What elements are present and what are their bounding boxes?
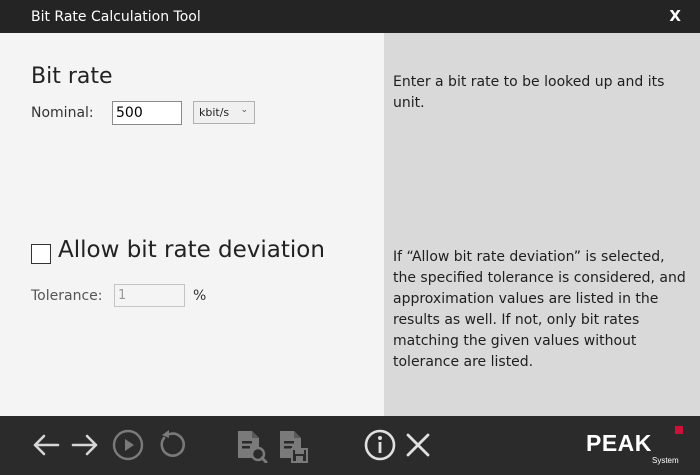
allow-deviation-checkbox[interactable] (31, 244, 51, 264)
peak-system-logo: PEAK System (586, 426, 686, 466)
main-panel: Bit rate Nominal: 500 kbit/s ⌄ Allow bit… (0, 33, 384, 416)
allow-deviation-label[interactable]: Allow bit rate deviation (58, 237, 325, 263)
play-icon[interactable] (110, 427, 146, 463)
nominal-label: Nominal: (31, 105, 94, 121)
bitrate-heading: Bit rate (31, 64, 113, 89)
window-close-button[interactable]: X (669, 7, 681, 25)
document-save-icon[interactable] (274, 427, 310, 463)
deviation-help-text: If “Allow bit rate deviation” is selecte… (393, 249, 686, 370)
arrow-right-icon[interactable] (67, 427, 103, 463)
chevron-down-icon: ⌄ (240, 105, 248, 115)
close-icon[interactable] (400, 427, 436, 463)
bitrate-help-text: Enter a bit rate to be looked up and its… (393, 74, 665, 111)
logo-subtitle: System (652, 456, 679, 465)
window-title: Bit Rate Calculation Tool (31, 9, 201, 25)
title-bar: Bit Rate Calculation Tool X (0, 0, 700, 33)
tolerance-label: Tolerance: (31, 288, 103, 304)
reset-icon[interactable] (152, 427, 188, 463)
arrow-left-icon[interactable] (28, 427, 64, 463)
info-icon[interactable] (362, 427, 398, 463)
document-search-icon[interactable] (232, 427, 268, 463)
nominal-input[interactable]: 500 (112, 101, 182, 125)
logo-accent-square (675, 426, 683, 434)
unit-dropdown[interactable]: kbit/s ⌄ (193, 101, 255, 124)
percent-label: % (193, 288, 207, 304)
unit-dropdown-value: kbit/s (199, 106, 230, 119)
tolerance-input[interactable]: 1 (114, 284, 185, 307)
bottom-toolbar: PEAK System (0, 416, 700, 475)
logo-word: PEAK (586, 430, 652, 456)
help-panel: Enter a bit rate to be looked up and its… (384, 33, 700, 416)
